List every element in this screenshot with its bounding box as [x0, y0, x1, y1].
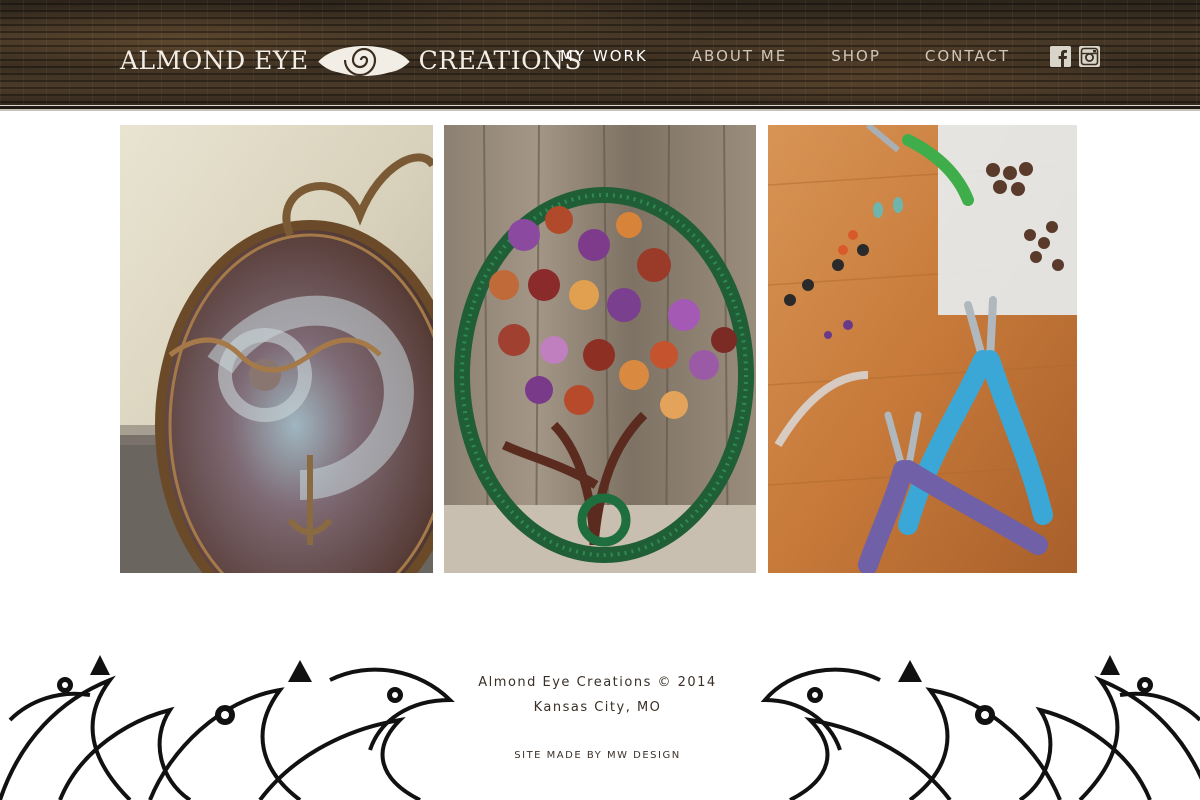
gallery-item-jewelry-tools[interactable]	[768, 125, 1077, 573]
gallery-item-tree-of-life-pendant[interactable]	[444, 125, 756, 573]
facebook-icon[interactable]	[1050, 46, 1072, 67]
gallery-item-ammonite-pendant[interactable]	[120, 125, 433, 573]
footer-credit-link[interactable]: SITE MADE BY MW DESIGN	[470, 750, 725, 761]
nav-my-work[interactable]: MY WORK	[560, 47, 648, 65]
jewelry-tools-image	[768, 125, 1077, 573]
header-divider	[0, 105, 1200, 111]
tree-of-life-pendant-image	[444, 125, 756, 573]
nav-about-me[interactable]: ABOUT ME	[692, 47, 787, 65]
ammonite-pendant-image	[120, 125, 433, 573]
spiral-eye-logo-icon	[317, 46, 410, 77]
instagram-icon[interactable]	[1079, 46, 1101, 67]
nav-shop[interactable]: SHOP	[831, 47, 881, 65]
footer-copyright: Almond Eye Creations © 2014	[478, 675, 717, 690]
brand-name-left: ALMOND EYE	[120, 45, 309, 75]
floral-ornament-right-icon	[760, 655, 1200, 800]
site-logo[interactable]: ALMOND EYE CREATIONS	[120, 38, 582, 82]
floral-ornament-left-icon	[0, 655, 455, 800]
footer-location: Kansas City, MO	[533, 700, 662, 715]
main-nav: MY WORK ABOUT ME SHOP CONTACT	[560, 47, 1010, 65]
social-links	[1050, 46, 1101, 67]
brand-name-right: CREATIONS	[418, 45, 583, 75]
nav-contact[interactable]: CONTACT	[925, 47, 1010, 65]
